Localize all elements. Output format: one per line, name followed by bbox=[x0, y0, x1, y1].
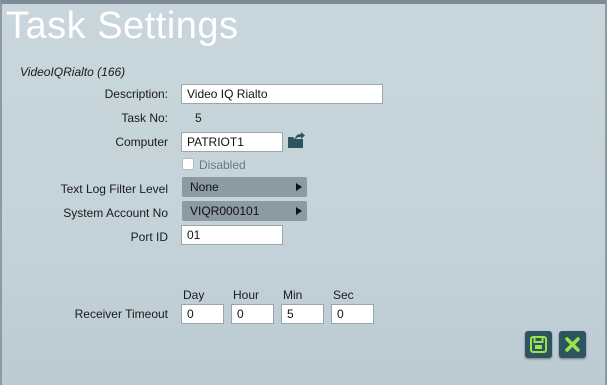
disabled-label: Disabled bbox=[199, 158, 246, 172]
description-field[interactable] bbox=[181, 84, 383, 104]
timeout-hour-field[interactable] bbox=[231, 304, 274, 324]
system-account-no-label: System Account No bbox=[63, 206, 168, 220]
text-log-filter-level-dropdown[interactable]: None bbox=[182, 177, 307, 197]
page-title: Task Settings bbox=[6, 5, 239, 47]
system-account-no-value: VIQR000101 bbox=[190, 204, 260, 218]
computer-field[interactable] bbox=[181, 132, 283, 152]
task-settings-window: Task Settings VideoIQRialto (166) Descri… bbox=[0, 0, 607, 385]
disabled-checkbox[interactable] bbox=[182, 158, 194, 170]
task-subtitle: VideoIQRialto (166) bbox=[20, 65, 126, 79]
timeout-min-header: Min bbox=[283, 288, 303, 302]
save-button[interactable] bbox=[525, 331, 552, 358]
chevron-right-icon bbox=[296, 207, 302, 215]
computer-label: Computer bbox=[115, 135, 168, 149]
text-log-filter-level-value: None bbox=[190, 180, 219, 194]
port-id-label: Port ID bbox=[130, 230, 168, 244]
cancel-button[interactable] bbox=[559, 331, 586, 358]
close-icon bbox=[565, 337, 580, 352]
chevron-right-icon bbox=[296, 183, 302, 191]
timeout-sec-header: Sec bbox=[333, 288, 354, 302]
port-id-field[interactable] bbox=[181, 225, 283, 245]
system-account-no-dropdown[interactable]: VIQR000101 bbox=[182, 201, 307, 221]
save-icon bbox=[530, 336, 547, 353]
receiver-timeout-label: Receiver Timeout bbox=[74, 307, 168, 321]
folder-export-icon[interactable] bbox=[286, 130, 306, 153]
text-log-filter-level-label: Text Log Filter Level bbox=[60, 182, 168, 196]
timeout-min-field[interactable] bbox=[281, 304, 324, 324]
timeout-day-header: Day bbox=[183, 288, 205, 302]
description-label: Description: bbox=[104, 87, 168, 101]
timeout-sec-field[interactable] bbox=[331, 304, 374, 324]
timeout-hour-header: Hour bbox=[233, 288, 260, 302]
task-no-value: 5 bbox=[195, 111, 202, 125]
timeout-day-field[interactable] bbox=[181, 304, 224, 324]
task-no-label: Task No: bbox=[121, 111, 168, 125]
